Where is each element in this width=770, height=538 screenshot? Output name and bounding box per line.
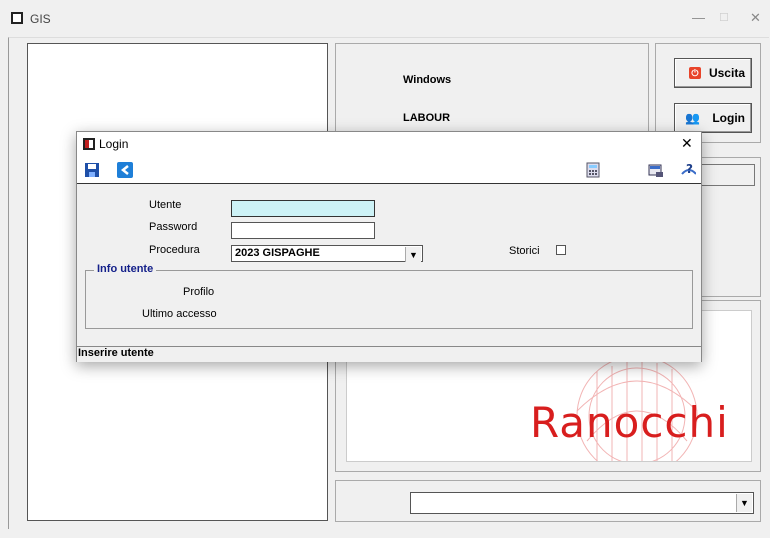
save-icon[interactable] (84, 162, 100, 178)
historic-label: Storici (509, 245, 540, 257)
chevron-down-icon[interactable]: ▼ (405, 247, 421, 262)
user-label: Utente (149, 199, 182, 211)
maximize-button[interactable]: ☐ (719, 11, 729, 24)
calculator-icon[interactable] (585, 162, 601, 178)
procedure-value: 2023 GISPAGHE (235, 247, 320, 259)
exit-button[interactable]: ⏻ Uscita (674, 58, 752, 88)
minimize-button[interactable]: — (692, 10, 705, 25)
last-access-label: Ultimo accesso (142, 308, 217, 320)
procedure-label: Procedura (149, 244, 200, 256)
company-logo: Ranocchi (530, 398, 729, 447)
printer-icon[interactable] (648, 162, 664, 178)
user-info-legend: Info utente (94, 263, 157, 275)
profile-label: Profilo (183, 286, 215, 298)
status-field (697, 164, 755, 186)
window-title: GIS (30, 12, 51, 26)
power-icon: ⏻ (688, 67, 701, 79)
exit-label: Uscita (708, 66, 745, 80)
dialog-status-bar: Inserire utente (77, 346, 701, 362)
password-label: Password (149, 221, 198, 233)
procedure-select[interactable]: 2023 GISPAGHE ▼ (231, 245, 423, 262)
back-arrow-icon[interactable] (117, 162, 133, 178)
bottom-select[interactable]: ▼ (410, 492, 754, 514)
historic-checkbox[interactable] (556, 245, 566, 255)
info-os: Windows (403, 74, 452, 86)
login-button[interactable]: 👥 Login (674, 103, 752, 133)
login-label: Login (712, 111, 745, 125)
svg-text:?: ? (686, 162, 693, 176)
dialog-app-icon (83, 138, 95, 150)
dialog-title: Login (99, 137, 129, 151)
title-bar (0, 0, 770, 42)
user-input[interactable] (231, 200, 375, 217)
app-icon (11, 12, 23, 24)
help-icon[interactable]: ? (680, 162, 696, 178)
password-input[interactable] (231, 222, 375, 239)
dialog-toolbar (77, 156, 701, 184)
users-icon: 👥 (685, 111, 701, 125)
info-company: LABOUR (403, 112, 451, 124)
chevron-down-icon[interactable]: ▼ (736, 494, 752, 512)
user-info-group (85, 270, 693, 329)
login-dialog: Login ✕ ? Utente Password Procedura 2023… (76, 131, 702, 362)
dialog-title-bar (77, 132, 701, 156)
dialog-close-button[interactable]: ✕ (681, 135, 693, 152)
close-button[interactable]: ✕ (750, 10, 761, 26)
